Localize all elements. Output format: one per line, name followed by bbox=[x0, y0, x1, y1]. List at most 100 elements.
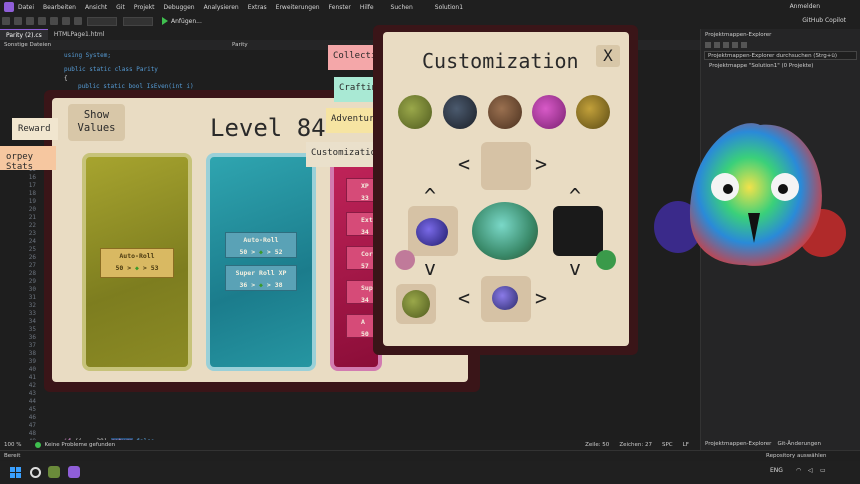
menu-analyze[interactable]: Analysieren bbox=[204, 4, 239, 11]
autoroll-upgrade-button[interactable]: Auto-Roll 50 > ◆ > 53 bbox=[100, 248, 174, 278]
refresh-icon[interactable] bbox=[723, 42, 729, 48]
type-selector[interactable]: Parity bbox=[232, 42, 248, 48]
menu-file[interactable]: Datei bbox=[18, 4, 34, 11]
hat-option-tophat[interactable] bbox=[443, 95, 477, 129]
close-button[interactable]: X bbox=[596, 45, 620, 67]
hat-option-brown[interactable] bbox=[488, 95, 522, 129]
new-file-icon[interactable] bbox=[26, 17, 34, 25]
line-number: 48 bbox=[28, 430, 36, 437]
signin-link[interactable]: Anmelden bbox=[790, 3, 820, 10]
left-item-down-arrow-icon[interactable]: v bbox=[424, 256, 436, 280]
line-number: 44 bbox=[28, 398, 36, 405]
hat-option-gasmask[interactable] bbox=[576, 95, 610, 129]
tab-git-changes[interactable]: Git-Änderungen bbox=[777, 441, 821, 448]
line-number: 17 bbox=[28, 182, 36, 189]
hat-prev-arrow-icon[interactable]: < bbox=[458, 152, 470, 176]
explorer-title: Projektmappen-Explorer bbox=[705, 32, 772, 38]
save-icon[interactable] bbox=[38, 17, 46, 25]
menu-debug[interactable]: Debuggen bbox=[164, 4, 195, 11]
problems-status[interactable]: Keine Probleme gefunden bbox=[44, 442, 115, 448]
line-number: 43 bbox=[28, 390, 36, 397]
menu-edit[interactable]: Bearbeiten bbox=[43, 4, 76, 11]
settings-icon[interactable] bbox=[741, 42, 747, 48]
menu-extensions[interactable]: Erweiterungen bbox=[276, 4, 320, 11]
line-number: 46 bbox=[28, 414, 36, 421]
visual-studio-logo-icon bbox=[4, 2, 14, 12]
redo-icon[interactable] bbox=[74, 17, 82, 25]
menu-tools[interactable]: Extras bbox=[248, 4, 267, 11]
repo-select[interactable]: Repository auswählen bbox=[766, 453, 826, 459]
creature-body bbox=[690, 123, 822, 266]
code-line: { bbox=[64, 75, 68, 82]
explorer-toolbar bbox=[701, 40, 860, 50]
upgrade-name: Super Roll XP bbox=[235, 269, 287, 277]
line-number: 19 bbox=[28, 198, 36, 205]
solution-tree-item[interactable]: Projektmappe "Solution1" (0 Projekte) bbox=[701, 61, 860, 71]
right-item-slot[interactable] bbox=[553, 206, 603, 256]
menu-git[interactable]: Git bbox=[116, 4, 125, 11]
sync-icon[interactable] bbox=[714, 42, 720, 48]
explorer-search-input[interactable]: Projektmappen-Explorer durchsuchen (Strg… bbox=[704, 51, 857, 60]
hat-option-leaf[interactable] bbox=[398, 95, 432, 129]
zoom-level[interactable]: 100 % bbox=[4, 442, 21, 448]
config-dropdown[interactable] bbox=[87, 16, 117, 26]
line-number: 30 bbox=[28, 286, 36, 293]
menu-window[interactable]: Fenster bbox=[329, 4, 351, 11]
project-selector[interactable]: Sonstige Dateien bbox=[4, 42, 51, 48]
search-menu[interactable]: Suchen bbox=[391, 4, 413, 11]
right-item-down-arrow-icon[interactable]: v bbox=[569, 256, 581, 280]
line-number: 29 bbox=[28, 278, 36, 285]
code-line: using System; bbox=[64, 52, 111, 59]
tab-solution-explorer[interactable]: Projektmappen-Explorer bbox=[705, 441, 771, 448]
copilot-button[interactable]: GitHub Copilot bbox=[802, 17, 846, 24]
wifi-icon[interactable]: ◠ bbox=[796, 467, 801, 474]
line-ending[interactable]: LF bbox=[683, 442, 689, 448]
creature-right-pupil bbox=[778, 184, 788, 194]
platform-dropdown[interactable] bbox=[123, 16, 153, 26]
orpey-stats-tab[interactable]: orpey Stats bbox=[0, 146, 56, 172]
search-icon[interactable] bbox=[30, 467, 41, 478]
hat-option-pink[interactable] bbox=[532, 95, 566, 129]
creature-left-pupil bbox=[723, 184, 733, 194]
forward-icon[interactable] bbox=[14, 17, 22, 25]
code-line: public static class Parity bbox=[64, 66, 158, 73]
super-roll-xp-upgrade-button[interactable]: Super Roll XP 36 > ◆ > 38 bbox=[225, 265, 297, 291]
language-indicator[interactable]: ENG bbox=[770, 467, 783, 474]
visual-studio-app-icon[interactable] bbox=[68, 466, 80, 478]
tab-htmlpage[interactable]: HTMLPage1.html bbox=[48, 29, 111, 40]
line-number: 25 bbox=[28, 246, 36, 253]
whitespace-mode[interactable]: SPC bbox=[662, 442, 673, 448]
show-values-button[interactable]: Show Values bbox=[68, 104, 125, 141]
undo-icon[interactable] bbox=[62, 17, 70, 25]
game-app-icon[interactable] bbox=[48, 466, 60, 478]
accessory-next-arrow-icon[interactable]: > bbox=[535, 286, 547, 310]
right-item-up-arrow-icon[interactable]: ^ bbox=[569, 184, 581, 208]
menu-project[interactable]: Projekt bbox=[134, 4, 155, 11]
right-color-swatch[interactable] bbox=[596, 250, 616, 270]
autoroll-blue-upgrade-button[interactable]: Auto-Roll 50 > ◆ > 52 bbox=[225, 232, 297, 258]
check-icon bbox=[35, 442, 42, 448]
windows-start-icon[interactable] bbox=[10, 467, 21, 478]
menu-help[interactable]: Hilfe bbox=[360, 4, 374, 11]
collapse-icon[interactable] bbox=[732, 42, 738, 48]
save-all-icon[interactable] bbox=[50, 17, 58, 25]
reward-tab[interactable]: Reward bbox=[12, 118, 58, 140]
attach-button[interactable]: Anfügen... bbox=[162, 17, 202, 25]
left-color-swatch[interactable] bbox=[395, 250, 415, 270]
left-item-up-arrow-icon[interactable]: ^ bbox=[424, 184, 436, 208]
status-bar: Bereit Repository auswählen bbox=[0, 450, 860, 461]
line-number: 20 bbox=[28, 206, 36, 213]
back-icon[interactable] bbox=[2, 17, 10, 25]
show-values-line1: Show bbox=[83, 109, 110, 121]
accessory-prev-arrow-icon[interactable]: < bbox=[458, 286, 470, 310]
line-number: 24 bbox=[28, 238, 36, 245]
volume-icon[interactable]: ◁ bbox=[808, 467, 813, 474]
menu-view[interactable]: Ansicht bbox=[85, 4, 107, 11]
code-text: { bbox=[64, 75, 68, 82]
hat-next-arrow-icon[interactable]: > bbox=[535, 152, 547, 176]
accessory-icon bbox=[492, 286, 518, 310]
battery-icon[interactable]: ▭ bbox=[820, 467, 826, 474]
home-icon[interactable] bbox=[705, 42, 711, 48]
tab-parity[interactable]: Parity (2).cs bbox=[0, 29, 48, 40]
hat-slot bbox=[481, 142, 531, 190]
